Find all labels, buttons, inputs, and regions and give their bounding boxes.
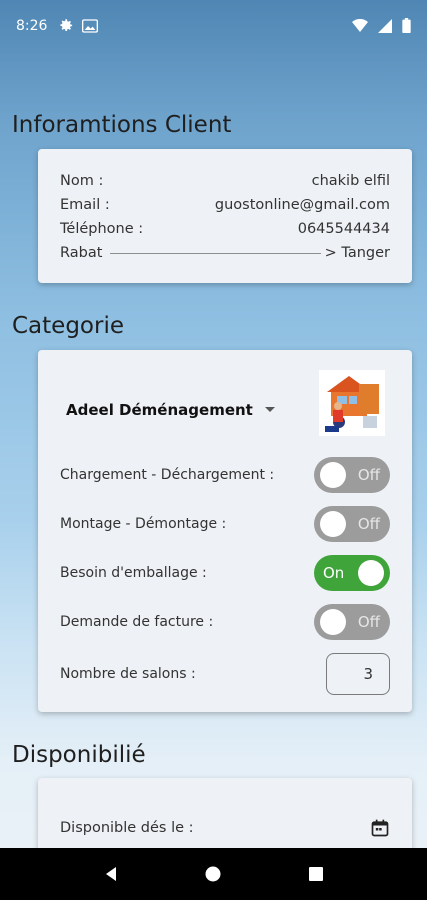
category-card: Adeel Déménagement Chargement - Décharge… bbox=[38, 350, 412, 712]
toggle-state-text: Off bbox=[357, 612, 380, 631]
category-dropdown-value: Adeel Déménagement bbox=[66, 400, 253, 419]
category-section-title: Categorie bbox=[12, 313, 124, 339]
switch-row-chargement: Chargement - Déchargement : Off bbox=[38, 450, 412, 499]
moving-company-logo bbox=[319, 370, 385, 436]
toggle-state-text: Off bbox=[357, 465, 380, 484]
montage-toggle[interactable]: Off bbox=[314, 505, 390, 542]
toggle-state-text: On bbox=[323, 563, 345, 582]
status-bar: 8:26 bbox=[0, 0, 427, 56]
phone-label: Téléphone : bbox=[60, 221, 144, 237]
client-section-title: Inforamtions Client bbox=[12, 112, 232, 138]
toggle-knob bbox=[320, 461, 346, 488]
switch-row-facture: Demande de facture : Off bbox=[38, 597, 412, 646]
dropdown-arrow-icon bbox=[265, 406, 275, 412]
chargement-toggle[interactable]: Off bbox=[314, 456, 390, 493]
calendar-icon[interactable] bbox=[370, 818, 390, 838]
name-label: Nom : bbox=[60, 173, 104, 189]
client-email-row: Email : guostonline@gmail.com bbox=[60, 193, 390, 217]
client-info-card: Nom : chakib elfil Email : guostonline@g… bbox=[38, 149, 412, 283]
chargement-label: Chargement - Déchargement : bbox=[60, 466, 275, 483]
email-label: Email : bbox=[60, 197, 110, 213]
home-icon[interactable] bbox=[205, 866, 221, 882]
settings-icon bbox=[60, 19, 73, 31]
salons-label: Nombre de salons : bbox=[60, 666, 196, 682]
emballage-label: Besoin d'emballage : bbox=[60, 564, 207, 581]
phone-value: 0645544434 bbox=[297, 221, 390, 237]
route-from: Rabat bbox=[60, 245, 103, 261]
montage-label: Montage - Démontage : bbox=[60, 515, 227, 532]
signal-icon bbox=[378, 18, 392, 33]
client-name-row: Nom : chakib elfil bbox=[60, 169, 390, 193]
route-to: > Tanger bbox=[324, 245, 390, 261]
facture-label: Demande de facture : bbox=[60, 613, 214, 630]
client-phone-row: Téléphone : 0645544434 bbox=[60, 217, 390, 241]
navigation-bar bbox=[0, 848, 427, 900]
switch-row-emballage: Besoin d'emballage : On bbox=[38, 548, 412, 597]
route-row: Rabat > Tanger bbox=[60, 241, 390, 265]
status-time: 8:26 bbox=[16, 18, 48, 34]
toggle-state-text: Off bbox=[357, 514, 380, 533]
wifi-icon bbox=[352, 18, 368, 32]
route-arrow-line bbox=[110, 252, 321, 254]
category-dropdown[interactable]: Adeel Déménagement bbox=[38, 390, 284, 430]
image-notification-icon bbox=[82, 18, 99, 33]
battery-icon bbox=[402, 18, 411, 33]
switch-row-montage: Montage - Démontage : Off bbox=[38, 499, 412, 548]
email-value: guostonline@gmail.com bbox=[214, 197, 390, 213]
recents-icon[interactable] bbox=[308, 866, 324, 882]
salons-number-field[interactable]: 3 bbox=[326, 653, 390, 695]
back-icon[interactable] bbox=[103, 866, 119, 882]
name-value: chakib elfil bbox=[311, 173, 390, 189]
toggle-knob bbox=[358, 559, 384, 586]
facture-toggle[interactable]: Off bbox=[314, 603, 390, 640]
date-label: Disponible dés le : bbox=[60, 820, 194, 836]
date-row: Disponible dés le : bbox=[60, 816, 390, 840]
toggle-knob bbox=[320, 608, 346, 635]
toggle-knob bbox=[320, 510, 346, 537]
salons-row: Nombre de salons : 3 bbox=[38, 646, 412, 702]
salons-value: 3 bbox=[363, 665, 373, 683]
emballage-toggle[interactable]: On bbox=[314, 554, 390, 591]
availability-section-title: Disponibilié bbox=[12, 742, 146, 768]
